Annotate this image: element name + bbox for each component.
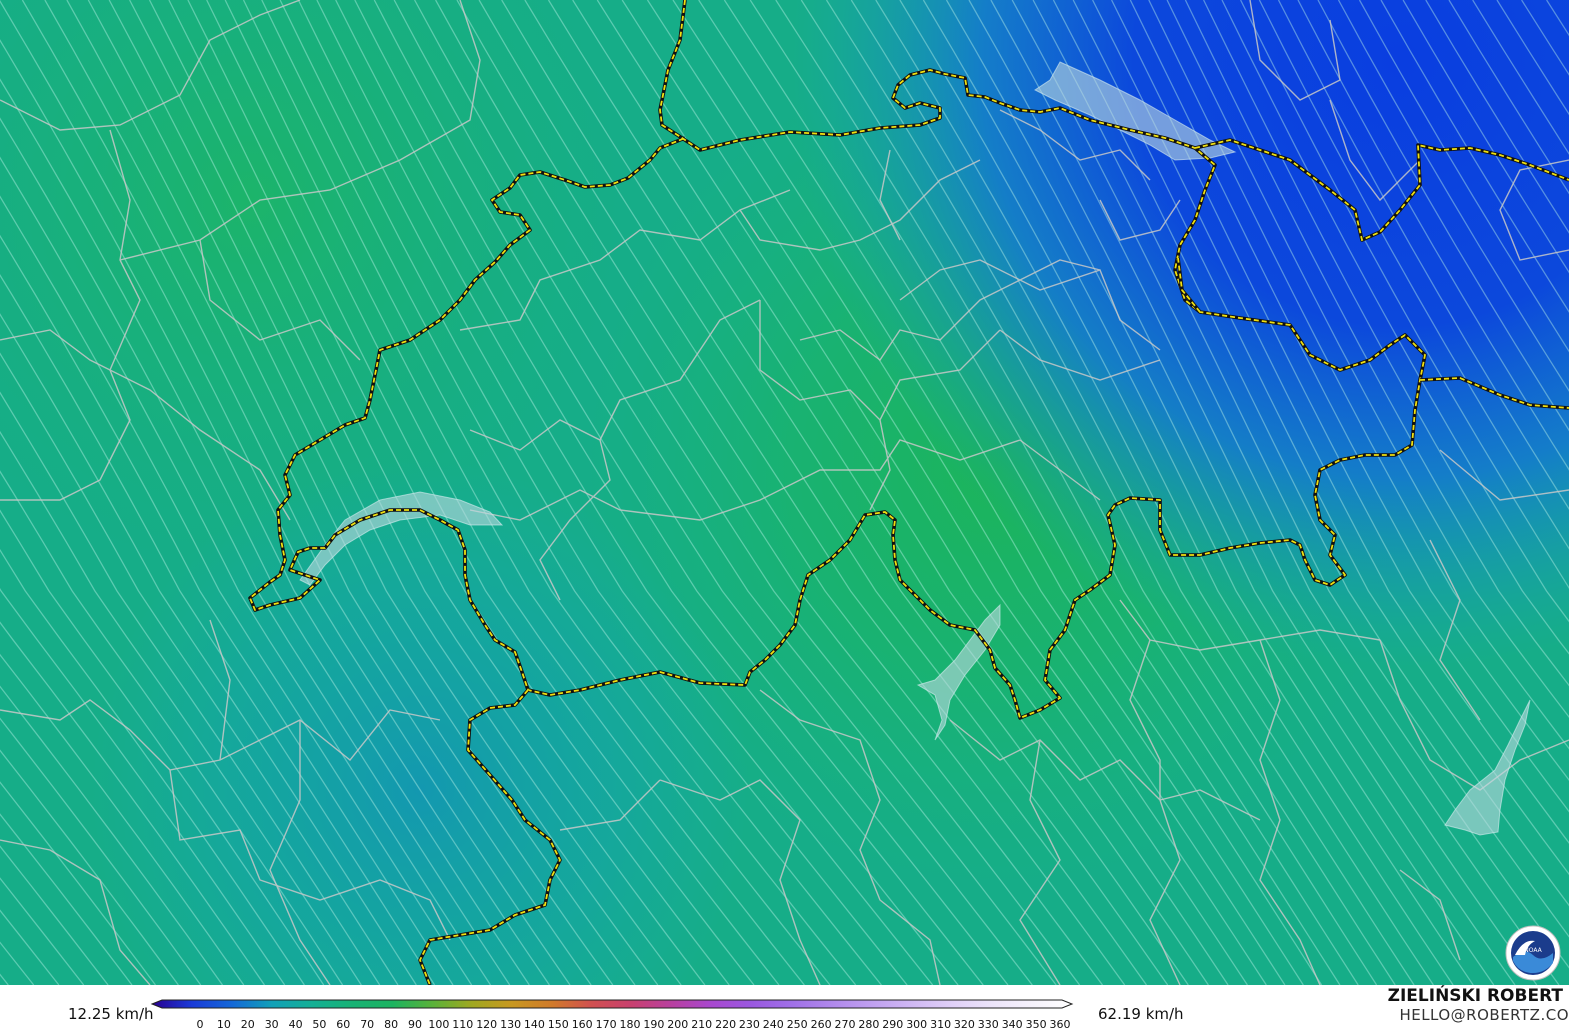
legend-tick-label: 350: [1026, 1018, 1047, 1031]
legend-tick-label: 200: [667, 1018, 688, 1031]
legend-tick-label: 60: [336, 1018, 350, 1031]
wind-map: NOAA: [0, 0, 1569, 985]
legend-tick-label: 220: [715, 1018, 736, 1031]
legend-max-label: 62.19 km/h: [1098, 1005, 1184, 1023]
noaa-logo-icon: NOAA: [1505, 925, 1561, 981]
legend-tick-label: 300: [906, 1018, 927, 1031]
legend-tick-label: 80: [384, 1018, 398, 1031]
legend-tick-label: 150: [548, 1018, 569, 1031]
legend-tick-label: 170: [596, 1018, 617, 1031]
credit-email: HELLO@ROBERTZ.CO: [1399, 1006, 1569, 1024]
legend-tick-label: 320: [954, 1018, 975, 1031]
legend-tick-label: 210: [691, 1018, 712, 1031]
credit-name: ZIELIŃSKI ROBERT: [1387, 986, 1563, 1006]
legend-tick-label: 230: [739, 1018, 760, 1031]
legend-tick-label: 290: [882, 1018, 903, 1031]
legend-tick-label: 190: [643, 1018, 664, 1031]
legend-bar: [150, 999, 1074, 1009]
legend-tick-label: 10: [217, 1018, 231, 1031]
legend-tick-label: 340: [1002, 1018, 1023, 1031]
legend-tick-label: 140: [524, 1018, 545, 1031]
legend-tick-label: 130: [500, 1018, 521, 1031]
legend-tick-label: 100: [428, 1018, 449, 1031]
legend-tick-label: 30: [265, 1018, 279, 1031]
credit-block: ZIELIŃSKI ROBERT HELLO@ROBERTZ.CO: [1383, 985, 1569, 1035]
legend-tick-label: 70: [360, 1018, 374, 1031]
legend-tick-label: 0: [197, 1018, 204, 1031]
legend-tick-label: 260: [811, 1018, 832, 1031]
legend-footer: 12.25 km/h 0 10 20 30 40 50 60 70 80 90 100 110 120 1…: [0, 985, 1569, 1035]
legend-tick-label: 310: [930, 1018, 951, 1031]
legend-tick-label: 40: [289, 1018, 303, 1031]
legend-tick-label: 360: [1050, 1018, 1071, 1031]
legend-tick-label: 280: [858, 1018, 879, 1031]
legend-tick-label: 50: [312, 1018, 326, 1031]
svg-text:NOAA: NOAA: [1524, 947, 1542, 954]
legend-tick-label: 20: [241, 1018, 255, 1031]
legend-tick-label: 240: [763, 1018, 784, 1031]
legend-min-label: 12.25 km/h: [68, 1005, 154, 1023]
legend-tick-label: 120: [476, 1018, 497, 1031]
legend-color-scale: 0 10 20 30 40 50 60 70 80 90 100 110 120 130 140 150 160…: [150, 999, 1074, 1031]
legend-tick-label: 270: [835, 1018, 856, 1031]
legend-tick-label: 180: [620, 1018, 641, 1031]
legend-tick-label: 110: [452, 1018, 473, 1031]
legend-tick-label: 250: [787, 1018, 808, 1031]
legend-ticks: 0 10 20 30 40 50 60 70 80 90 100 110 120 130 140 150 160…: [197, 1018, 1071, 1031]
legend-tick-label: 160: [572, 1018, 593, 1031]
legend-tick-label: 330: [978, 1018, 999, 1031]
legend-tick-label: 90: [408, 1018, 422, 1031]
